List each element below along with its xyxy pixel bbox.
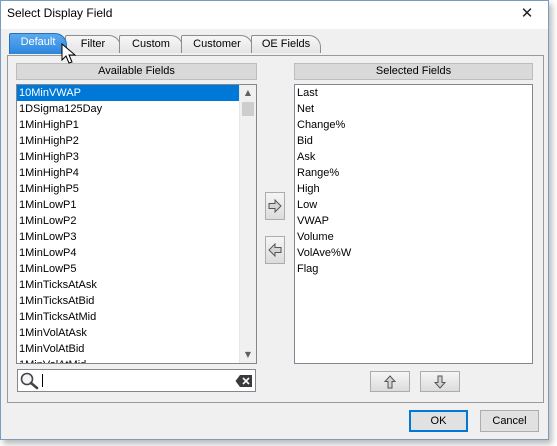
arrow-up-icon — [384, 375, 396, 389]
list-item[interactable]: VWAP — [295, 213, 532, 229]
move-up-button[interactable] — [370, 371, 410, 392]
cancel-button[interactable]: Cancel — [480, 410, 539, 432]
list-item[interactable]: Ask — [295, 149, 532, 165]
list-item[interactable]: 1DSigma125Day — [17, 101, 256, 117]
title-bar[interactable]: Select Display Field ✕ — [1, 1, 548, 29]
selected-items: Last Net Change% Bid Ask Range% High Low VWAP Vol… — [295, 85, 532, 277]
list-item[interactable]: 1MinHighP3 — [17, 149, 256, 165]
list-item[interactable]: Bid — [295, 133, 532, 149]
list-item[interactable]: 1MinLowP1 — [17, 197, 256, 213]
select-display-field-dialog: Select Display Field ✕ Filter Custom Cus… — [0, 0, 549, 440]
available-items: 10MinVWAP 1DSigma125Day 1MinHighP1 1MinHigh… — [17, 85, 256, 363]
list-item[interactable]: Range% — [295, 165, 532, 181]
available-fields-list[interactable]: 10MinVWAP 1DSigma125Day 1MinHighP1 1MinHigh… — [16, 84, 257, 364]
list-item[interactable]: 1MinVolAtMid — [17, 357, 256, 363]
list-item[interactable]: High — [295, 181, 532, 197]
selected-fields-header: Selected Fields — [294, 63, 533, 80]
scroll-up-icon[interactable]: ▲ — [240, 85, 256, 101]
close-icon[interactable]: ✕ — [518, 4, 536, 22]
list-item[interactable]: 1MinLowP3 — [17, 229, 256, 245]
list-item[interactable]: 10MinVWAP — [17, 85, 256, 101]
list-item[interactable]: 1MinVolAtAsk — [17, 325, 256, 341]
list-item[interactable]: Flag — [295, 261, 532, 277]
remove-field-button[interactable] — [265, 236, 285, 264]
list-item[interactable]: Low — [295, 197, 532, 213]
tab-default[interactable]: Default — [9, 33, 67, 54]
list-item[interactable]: Change% — [295, 117, 532, 133]
scroll-thumb[interactable] — [242, 102, 254, 116]
tab-strip: Filter Custom Customer OE Fields Default — [9, 33, 329, 57]
tab-custom[interactable]: Custom — [119, 35, 183, 53]
list-item[interactable]: VolAve%W — [295, 245, 532, 261]
list-item[interactable]: 1MinVolAtBid — [17, 341, 256, 357]
clear-icon[interactable] — [235, 374, 253, 388]
list-item[interactable]: 1MinHighP5 — [17, 181, 256, 197]
list-item[interactable]: Net — [295, 101, 532, 117]
add-field-button[interactable] — [265, 192, 285, 220]
list-item[interactable]: 1MinTicksAtBid — [17, 293, 256, 309]
mouse-cursor-icon — [61, 43, 77, 64]
arrow-left-icon — [268, 243, 282, 257]
list-item[interactable]: Volume — [295, 229, 532, 245]
list-item[interactable]: Last — [295, 85, 532, 101]
dialog-title: Select Display Field — [7, 6, 113, 20]
default-tab-panel: Available Fields 10MinVWAP 1DSigma125Day 1… — [7, 55, 544, 403]
available-list-scrollbar[interactable]: ▲ ▼ — [239, 85, 256, 363]
list-item[interactable]: 1MinHighP1 — [17, 117, 256, 133]
list-item[interactable]: 1MinHighP2 — [17, 133, 256, 149]
scroll-down-icon[interactable]: ▼ — [240, 347, 256, 363]
search-input[interactable] — [41, 372, 231, 389]
selected-fields-list[interactable]: Last Net Change% Bid Ask Range% High Low VWAP Vol… — [294, 84, 533, 364]
list-item[interactable]: 1MinLowP4 — [17, 245, 256, 261]
arrow-down-icon — [434, 375, 446, 389]
move-down-button[interactable] — [420, 371, 460, 392]
list-item[interactable]: 1MinLowP2 — [17, 213, 256, 229]
tab-oe-fields[interactable]: OE Fields — [251, 35, 321, 53]
arrow-right-icon — [268, 199, 282, 213]
text-caret — [42, 374, 43, 387]
list-item[interactable]: 1MinTicksAtMid — [17, 309, 256, 325]
available-fields-header: Available Fields — [16, 63, 257, 80]
ok-button[interactable]: OK — [409, 410, 468, 432]
field-search-box[interactable] — [17, 369, 256, 392]
list-item[interactable]: 1MinHighP4 — [17, 165, 256, 181]
tab-customer[interactable]: Customer — [181, 35, 253, 53]
list-item[interactable]: 1MinTicksAtAsk — [17, 277, 256, 293]
list-item[interactable]: 1MinLowP5 — [17, 261, 256, 277]
magnifier-icon — [20, 372, 39, 390]
